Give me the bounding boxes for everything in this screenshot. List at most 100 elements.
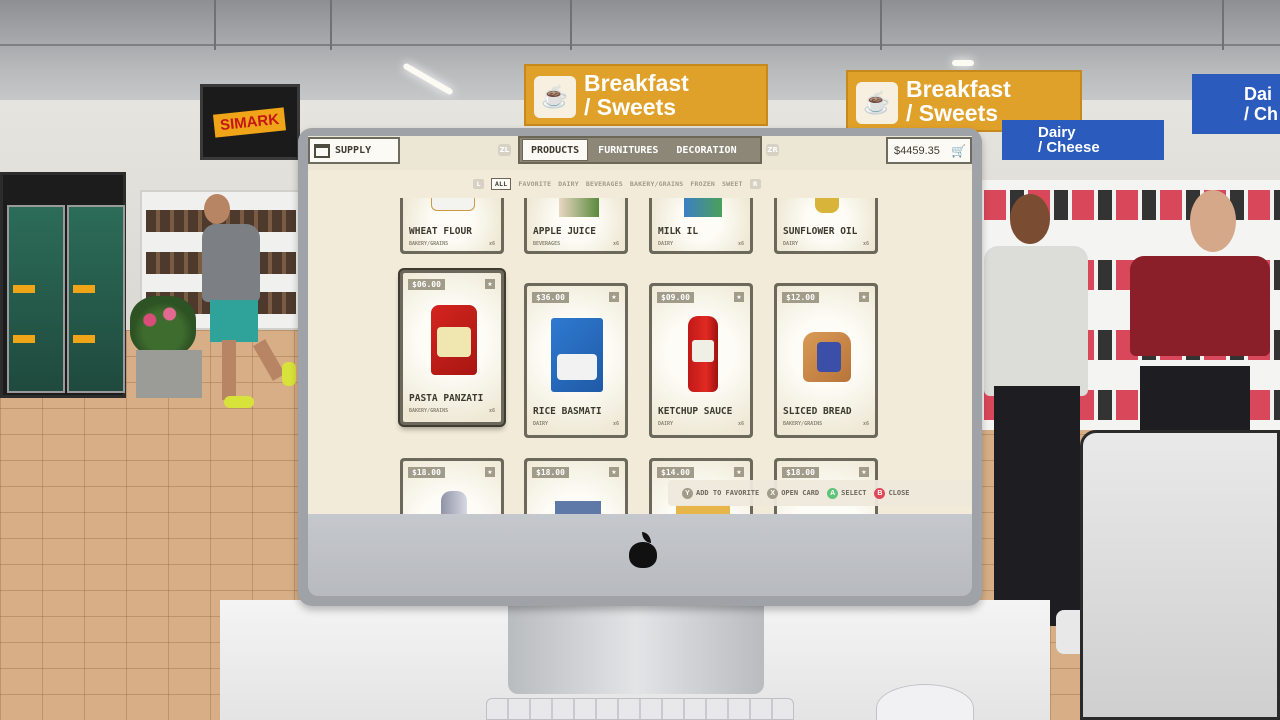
price-tag — [13, 335, 35, 343]
customer-leg — [252, 339, 286, 381]
product-card[interactable]: APPLE JUICE BEVERAGES x6 — [524, 198, 628, 254]
prompt-add-favorite[interactable]: Y ADD TO FAVORITE — [682, 487, 760, 499]
money-display[interactable]: $4459.35 🛒 — [886, 137, 972, 164]
price-tag — [13, 285, 35, 293]
sign-line1: Dairy — [1038, 124, 1076, 141]
ceiling-light — [952, 60, 974, 66]
zr-button-icon[interactable]: ZR — [766, 144, 779, 156]
price-tag: $14.00 — [657, 467, 694, 478]
b-button-icon: B — [874, 487, 886, 499]
filter-favorite[interactable]: FAVORITE — [518, 180, 551, 188]
milk-carton-image — [684, 198, 722, 217]
tab-decoration[interactable]: DECORATION — [668, 139, 744, 161]
computer-monitor: SUPPLY ZL PRODUCTS FURNITURES DECORATION… — [298, 128, 982, 606]
box-image — [676, 505, 730, 514]
filter-bakery-grains[interactable]: BAKERY/GRAINS — [630, 180, 683, 188]
sign-line2: / Ch — [1244, 104, 1278, 124]
product-name: MILK IL — [658, 226, 699, 237]
prompt-label: SELECT — [841, 489, 867, 497]
sign-line1: Breakfast — [906, 76, 1011, 102]
prompt-select[interactable]: A SELECT — [827, 487, 867, 499]
box-image — [555, 501, 601, 514]
sign-line2: / Sweets — [584, 94, 677, 120]
product-qty: x6 — [488, 241, 495, 247]
price-tag: $18.00 — [408, 467, 445, 478]
aisle-sign-dairy: Dairy / Cheese — [1002, 120, 1164, 160]
product-qty: x6 — [612, 241, 619, 247]
product-card[interactable]: $18.00 ★ — [400, 458, 504, 514]
favorite-icon[interactable]: ★ — [609, 292, 619, 302]
price-tag — [73, 285, 95, 293]
product-category: BAKERY/GRAINS — [409, 408, 449, 414]
customer-shoe — [224, 396, 254, 408]
product-card[interactable]: $12.00 ★ SLICED BREAD BAKERY/GRAINS x6 — [774, 283, 878, 438]
cart-icon[interactable]: 🛒 — [951, 144, 966, 158]
product-card[interactable]: MILK IL DAIRY x6 — [649, 198, 753, 254]
ceiling-beam — [570, 0, 572, 50]
supply-header: SUPPLY — [308, 137, 400, 164]
product-card-selected[interactable]: $06.00 ★ PASTA PANZATI BAKERY/GRAINS x6 — [400, 270, 504, 425]
filter-sweet[interactable]: SWEET — [722, 180, 743, 188]
product-name: RICE BASMATI — [533, 406, 602, 417]
rice-box-image — [551, 318, 603, 392]
product-name: APPLE JUICE — [533, 226, 596, 237]
customer-top — [1130, 256, 1270, 356]
money-value: $4459.35 — [894, 144, 940, 157]
favorite-icon[interactable]: ★ — [859, 467, 869, 477]
sign-line1: Dai — [1244, 84, 1273, 104]
price-tag: $12.00 — [782, 292, 819, 303]
prompt-close[interactable]: B CLOSE — [874, 487, 910, 499]
customer-shorts — [210, 300, 258, 342]
aisle-sign-dairy: Dai / Ch — [1192, 74, 1280, 134]
x-button-icon: X — [767, 487, 779, 499]
customer-pants — [994, 386, 1080, 626]
store-logo-sign: SIMARK — [200, 84, 300, 160]
product-qty: x6 — [488, 408, 495, 414]
product-name: WHEAT FLOUR — [409, 226, 472, 237]
product-name: SLICED BREAD — [783, 406, 852, 417]
customer-man — [196, 190, 306, 420]
product-card[interactable]: $36.00 ★ RICE BASMATI DAIRY x6 — [524, 283, 628, 438]
product-name: SUNFLOWER OIL — [783, 226, 858, 237]
customer-head — [1190, 190, 1236, 252]
favorite-icon[interactable]: ★ — [734, 467, 744, 477]
filter-dairy[interactable]: DAIRY — [558, 180, 579, 188]
a-button-icon: A — [827, 487, 839, 499]
favorite-icon[interactable]: ★ — [485, 467, 495, 477]
milk-cup-icon: ☕ — [856, 82, 898, 124]
filter-frozen[interactable]: FROZEN — [690, 180, 715, 188]
favorite-icon[interactable]: ★ — [485, 279, 495, 289]
l-button-icon[interactable]: L — [473, 179, 484, 189]
product-card[interactable]: SUNFLOWER OIL DAIRY x6 — [774, 198, 878, 254]
juice-carton-image — [559, 198, 599, 217]
r-button-icon[interactable]: R — [749, 179, 761, 189]
customer-shoe — [282, 362, 296, 386]
fridge-door — [67, 205, 125, 393]
prompt-open-card[interactable]: X OPEN CARD — [767, 487, 819, 499]
tab-furnitures[interactable]: FURNITURES — [590, 139, 666, 161]
zl-button-icon[interactable]: ZL — [498, 144, 511, 156]
ceiling-beam — [214, 0, 216, 50]
favorite-icon[interactable]: ★ — [609, 467, 619, 477]
product-card[interactable]: $09.00 ★ KETCHUP SAUCE DAIRY x6 — [649, 283, 753, 438]
price-tag: $09.00 — [657, 292, 694, 303]
planter-box — [136, 350, 202, 398]
category-tabs: PRODUCTS FURNITURES DECORATION — [518, 136, 762, 164]
product-qty: x6 — [737, 421, 744, 427]
ceiling-beam — [330, 0, 332, 50]
customer-head — [1010, 194, 1050, 244]
favorite-icon[interactable]: ★ — [859, 292, 869, 302]
ceiling-panel-line — [0, 44, 1280, 46]
price-tag: $18.00 — [782, 467, 819, 478]
product-card[interactable]: $18.00 ★ — [524, 458, 628, 514]
milk-cup-icon: ☕ — [534, 76, 576, 118]
product-category: DAIRY — [533, 421, 549, 427]
filter-all[interactable]: ALL — [491, 178, 512, 190]
tab-products[interactable]: PRODUCTS — [522, 139, 589, 161]
filter-beverages[interactable]: BEVERAGES — [586, 180, 623, 188]
prompt-label: ADD TO FAVORITE — [696, 489, 760, 497]
product-card[interactable]: WHEAT FLOUR BAKERY/GRAINS x6 — [400, 198, 504, 254]
favorite-icon[interactable]: ★ — [734, 292, 744, 302]
top-bar: SUPPLY ZL PRODUCTS FURNITURES DECORATION… — [308, 136, 972, 170]
customer-leg — [222, 340, 236, 400]
